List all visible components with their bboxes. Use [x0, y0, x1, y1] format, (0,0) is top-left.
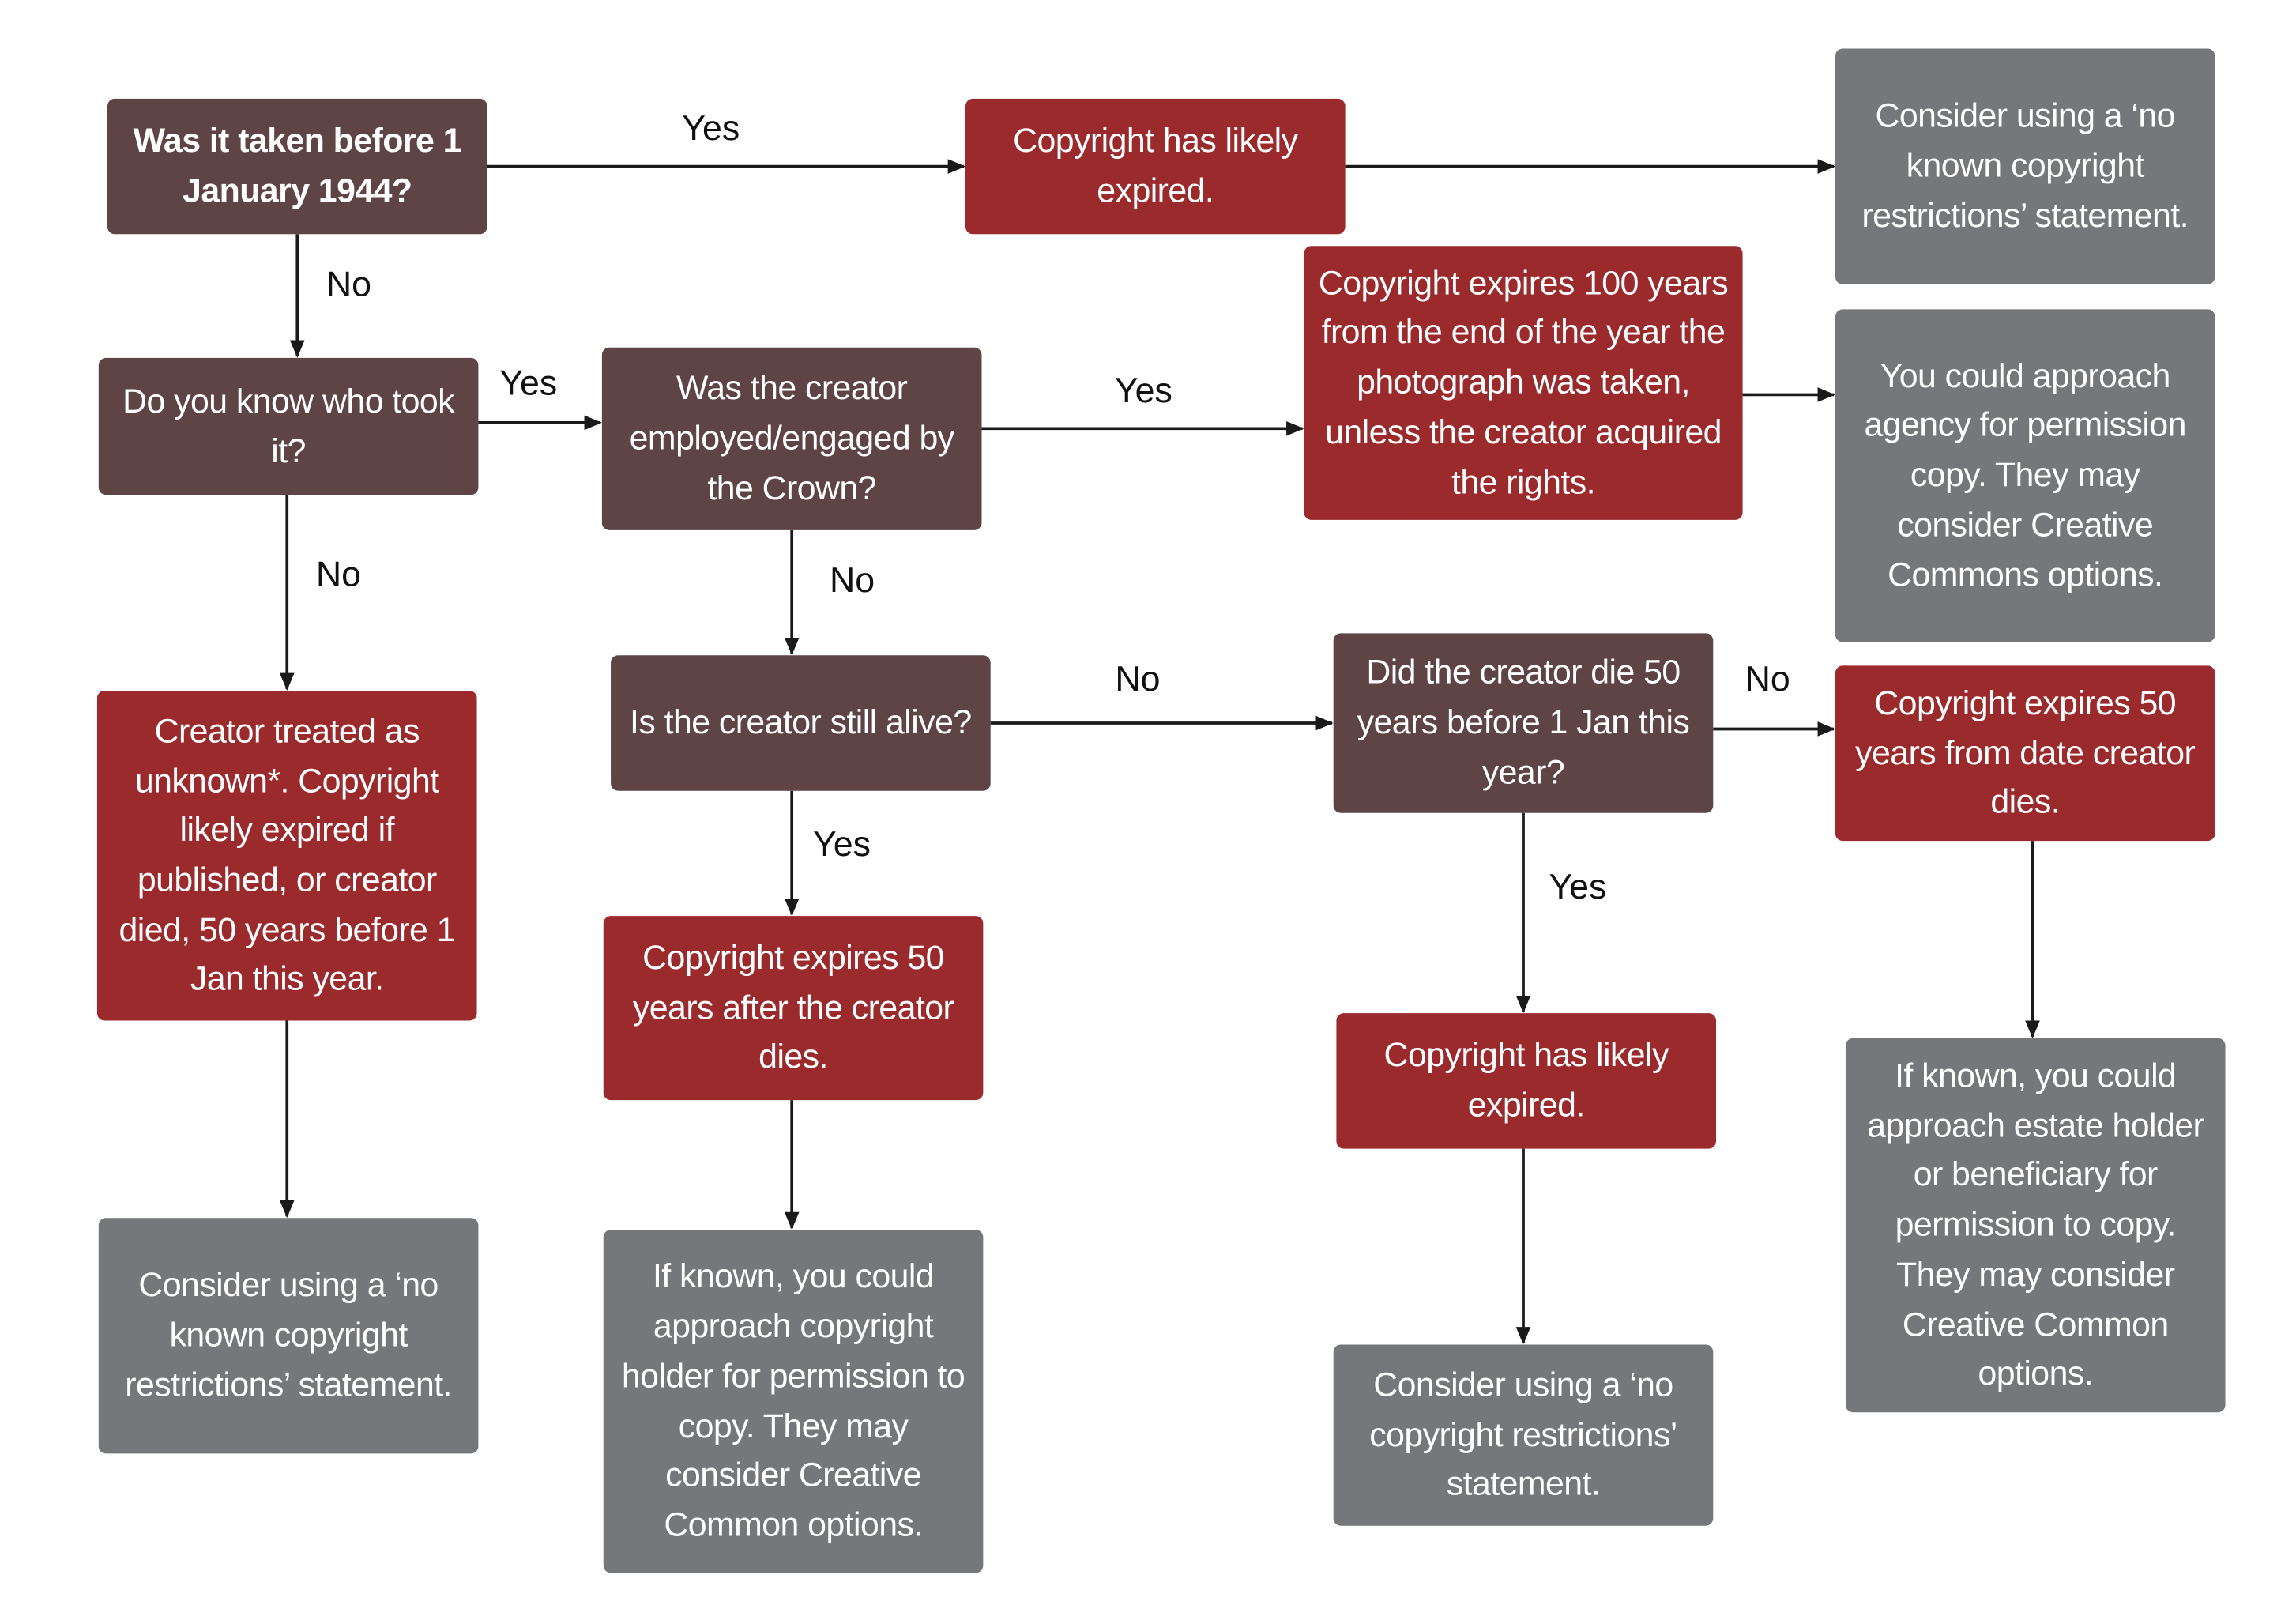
advice-agency: You could approach agency for permission…: [1835, 309, 2215, 642]
outcome-50-from-death: Copyright expires 50 years from date cre…: [1835, 665, 2215, 842]
edge-label: No: [326, 265, 372, 305]
question-know-who: Do you know who took it?: [98, 357, 479, 495]
edge-label: Yes: [1114, 371, 1172, 411]
advice-estate-holder: If known, you could approach estate hold…: [1845, 1038, 2226, 1413]
edge-label: Yes: [813, 824, 871, 865]
outcome-expired: Copyright has likely expired.: [965, 98, 1346, 235]
advice-no-known-restrictions: Consider using a ‘no known copyright res…: [1835, 48, 2215, 284]
question-alive: Is the creator still alive?: [611, 655, 991, 791]
copyright-flowchart: Was it taken before 1 January 1944? Copy…: [0, 0, 2296, 1620]
question-crown: Was the creator employed/engaged by the …: [601, 347, 982, 530]
edge-label: No: [1115, 659, 1161, 700]
outcome-50-after-death: Copyright expires 50 years after the cre…: [603, 916, 984, 1101]
edge-label: No: [829, 561, 875, 601]
outcome-expired-mid: Copyright has likely expired.: [1336, 1013, 1717, 1149]
advice-no-known-restrictions-left: Consider using a ‘no known copyright res…: [98, 1218, 479, 1454]
edge-label: No: [315, 555, 362, 595]
question-died-50-years: Did the creator die 50 years before 1 Ja…: [1333, 633, 1714, 813]
advice-no-restrictions: Consider using a ‘no copyright restricti…: [1333, 1344, 1714, 1526]
advice-copyright-holder: If known, you could approach copyright h…: [603, 1230, 984, 1573]
edge-label: Yes: [682, 108, 740, 149]
edge-label: Yes: [1549, 867, 1607, 907]
question-before-1944: Was it taken before 1 January 1944?: [107, 98, 487, 235]
edge-label: Yes: [499, 364, 558, 404]
outcome-100-years: Copyright expires 100 years from the end…: [1304, 246, 1743, 520]
outcome-unknown-creator: Creator treated as unknown*. Copyright l…: [96, 691, 477, 1021]
edge-label: No: [1745, 659, 1790, 700]
